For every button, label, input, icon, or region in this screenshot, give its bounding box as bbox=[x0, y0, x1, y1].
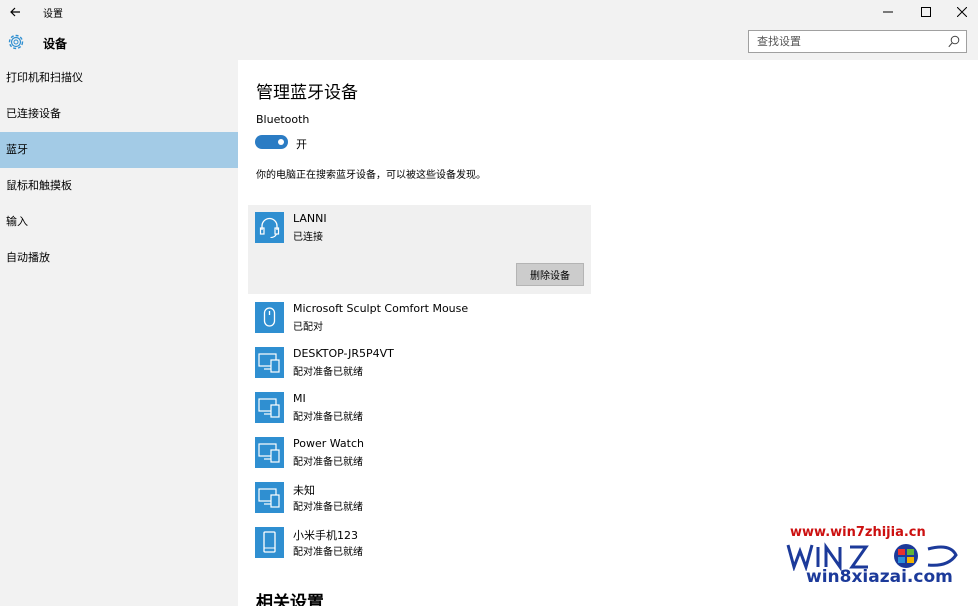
device-name: MI bbox=[293, 392, 306, 405]
back-arrow-icon bbox=[10, 7, 20, 17]
maximize-button[interactable] bbox=[908, 0, 944, 24]
device-item[interactable]: LANNI 已连接 bbox=[255, 212, 585, 246]
search-icon[interactable] bbox=[948, 35, 960, 48]
device-item[interactable]: Microsoft Sculpt Comfort Mouse 已配对 bbox=[255, 302, 585, 336]
sidebar-item-typing[interactable]: 输入 bbox=[0, 204, 238, 240]
device-name: DESKTOP-JR5P4VT bbox=[293, 347, 394, 360]
window-title: 设置 bbox=[43, 9, 63, 20]
phone-icon bbox=[255, 527, 284, 558]
computer-phone-icon bbox=[255, 347, 284, 378]
watermark-url-bottom: win8xiazai.com bbox=[806, 567, 953, 587]
remove-device-button[interactable]: 删除设备 bbox=[516, 263, 584, 286]
gear-icon bbox=[8, 34, 24, 50]
search-input[interactable] bbox=[749, 31, 939, 52]
device-status: 已配对 bbox=[293, 322, 323, 333]
close-icon bbox=[957, 7, 967, 17]
search-box[interactable] bbox=[748, 30, 967, 53]
device-status: 配对准备已就绪 bbox=[293, 547, 363, 558]
device-status: 配对准备已就绪 bbox=[293, 502, 363, 513]
page-category-title: 设备 bbox=[43, 37, 68, 51]
sidebar-item-label: 蓝牙 bbox=[6, 143, 28, 156]
device-item[interactable]: MI 配对准备已就绪 bbox=[255, 392, 585, 426]
mouse-icon bbox=[255, 302, 284, 333]
headset-icon bbox=[255, 212, 284, 243]
watermark: www.win7zhijia.cn win8xiazai.com bbox=[770, 525, 970, 603]
sidebar: 打印机和扫描仪 已连接设备 蓝牙 鼠标和触摸板 输入 自动播放 bbox=[0, 60, 238, 606]
device-name: Microsoft Sculpt Comfort Mouse bbox=[293, 302, 469, 315]
device-status: 配对准备已就绪 bbox=[293, 457, 363, 468]
device-item[interactable]: 小米手机123 配对准备已就绪 bbox=[255, 527, 585, 561]
close-button[interactable] bbox=[944, 0, 978, 24]
computer-phone-icon bbox=[255, 482, 284, 513]
device-item[interactable]: Power Watch 配对准备已就绪 bbox=[255, 437, 585, 471]
device-name: LANNI bbox=[293, 212, 327, 225]
sidebar-item-label: 自动播放 bbox=[6, 251, 50, 264]
device-status: 已连接 bbox=[293, 232, 323, 243]
device-status: 配对准备已就绪 bbox=[293, 367, 363, 378]
device-name: 小米手机123 bbox=[293, 529, 358, 542]
title-bar: 设置 bbox=[0, 0, 978, 24]
toggle-state-label: 开 bbox=[296, 138, 307, 151]
sidebar-item-autoplay[interactable]: 自动播放 bbox=[0, 240, 238, 276]
minimize-icon bbox=[883, 11, 893, 13]
back-button[interactable] bbox=[6, 2, 26, 22]
bluetooth-toggle[interactable] bbox=[255, 135, 288, 149]
computer-phone-icon bbox=[255, 437, 284, 468]
device-item[interactable]: 未知 配对准备已就绪 bbox=[255, 482, 585, 516]
sidebar-item-label: 已连接设备 bbox=[6, 107, 61, 120]
related-settings-title: 相关设置 bbox=[256, 593, 324, 606]
sidebar-item-label: 鼠标和触摸板 bbox=[6, 179, 72, 192]
bluetooth-label: Bluetooth bbox=[256, 113, 310, 126]
maximize-icon bbox=[921, 7, 931, 17]
header: 设备 bbox=[0, 24, 978, 60]
sidebar-item-connected-devices[interactable]: 已连接设备 bbox=[0, 96, 238, 132]
sidebar-item-label: 输入 bbox=[6, 215, 28, 228]
minimize-button[interactable] bbox=[870, 0, 906, 24]
sidebar-item-label: 打印机和扫描仪 bbox=[6, 71, 83, 84]
computer-phone-icon bbox=[255, 392, 284, 423]
device-name: 未知 bbox=[293, 484, 315, 497]
sidebar-item-mouse-touchpad[interactable]: 鼠标和触摸板 bbox=[0, 168, 238, 204]
bluetooth-description: 你的电脑正在搜索蓝牙设备，可以被这些设备发现。 bbox=[256, 170, 486, 181]
toggle-knob bbox=[278, 139, 284, 145]
device-status: 配对准备已就绪 bbox=[293, 412, 363, 423]
sidebar-item-bluetooth[interactable]: 蓝牙 bbox=[0, 132, 238, 168]
sidebar-item-printers[interactable]: 打印机和扫描仪 bbox=[0, 60, 238, 96]
page-title: 管理蓝牙设备 bbox=[256, 83, 358, 103]
device-name: Power Watch bbox=[293, 437, 365, 450]
device-item[interactable]: DESKTOP-JR5P4VT 配对准备已就绪 bbox=[255, 347, 585, 381]
watermark-url-top: www.win7zhijia.cn bbox=[790, 525, 926, 540]
